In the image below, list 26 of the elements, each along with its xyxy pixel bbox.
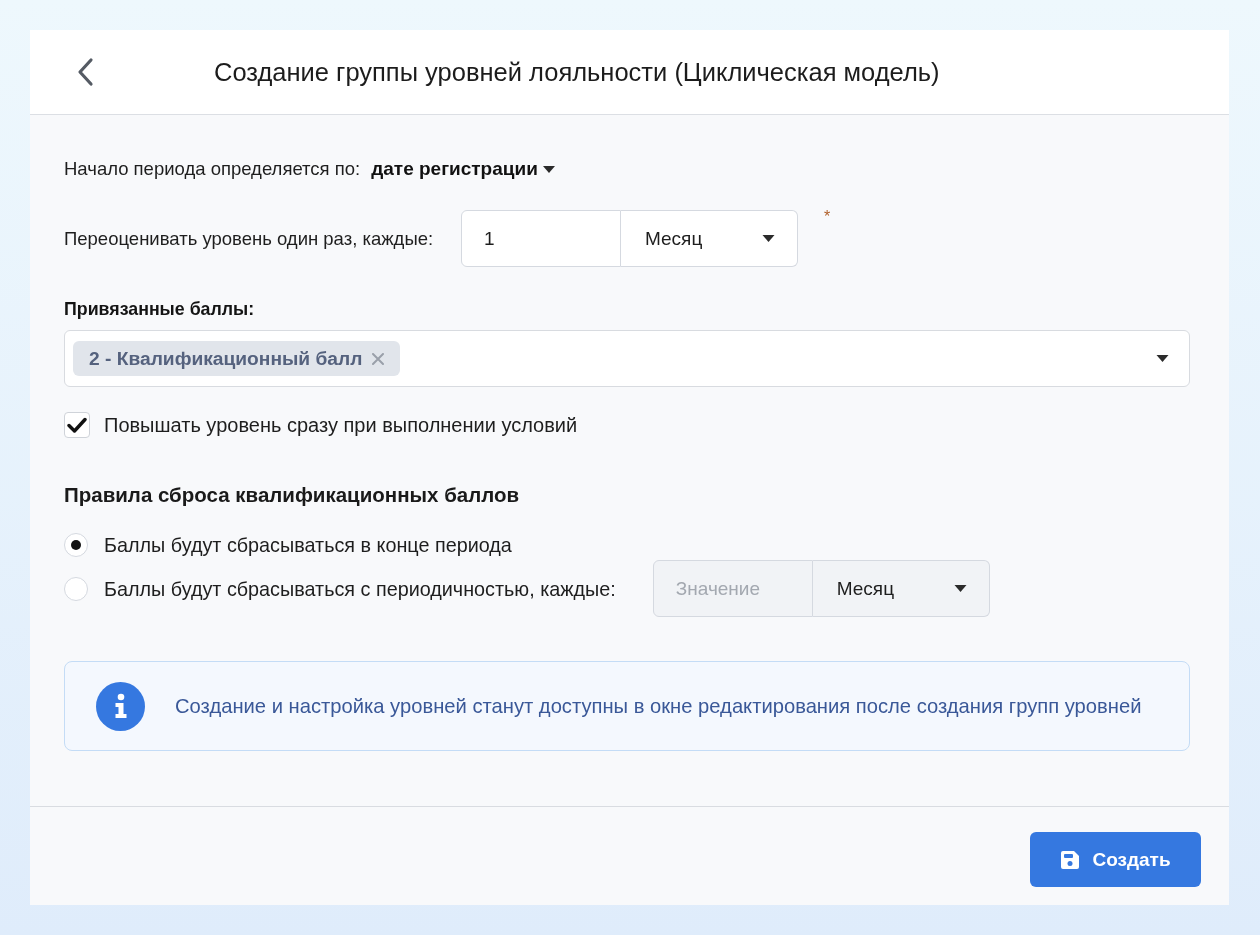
caret-icon: [542, 165, 555, 173]
info-text: Создание и настройка уровней станут доступны в окне редактирования после создания групп уровней: [175, 694, 1142, 718]
required-mark: *: [824, 208, 831, 226]
caret-icon: [953, 585, 967, 592]
unit-select[interactable]: Месяц: [621, 210, 798, 267]
checkbox-label: Повышать уровень сразу при выполнении условий: [104, 413, 578, 438]
create-button[interactable]: Создать: [1030, 832, 1201, 887]
chevron-left-icon[interactable]: [76, 57, 94, 87]
points-multiselect[interactable]: 2 - Квалификационный балл: [64, 330, 1190, 387]
check-icon: [67, 417, 87, 433]
radio-button[interactable]: [64, 533, 88, 557]
checkbox[interactable]: [64, 412, 90, 438]
interval-input[interactable]: 1: [461, 210, 621, 267]
period-start-dropdown[interactable]: дате регистрации: [371, 157, 555, 181]
info-icon: [96, 681, 145, 731]
tag-label: 2 - Квалификационный балл: [89, 347, 363, 370]
period-start-label: Начало периода определяется по:: [64, 157, 361, 181]
save-icon: [1060, 849, 1081, 870]
section-heading: Правила сброса квалификационных баллов: [64, 482, 521, 508]
radio-label: Баллы будут сбрасываться с периодичностью, каждые:: [104, 576, 616, 602]
linked-points-label: Привязанные баллы:: [64, 298, 256, 321]
radio-label: Баллы будут сбрасываться в конце периода: [104, 533, 512, 558]
reevaluate-label: Переоценивать уровень один раз, каждые:: [64, 227, 434, 249]
caret-icon: [762, 235, 775, 242]
caret-icon: [1156, 355, 1169, 362]
page-title: Создание группы уровней лояльности (Циклическая модель): [214, 57, 940, 88]
